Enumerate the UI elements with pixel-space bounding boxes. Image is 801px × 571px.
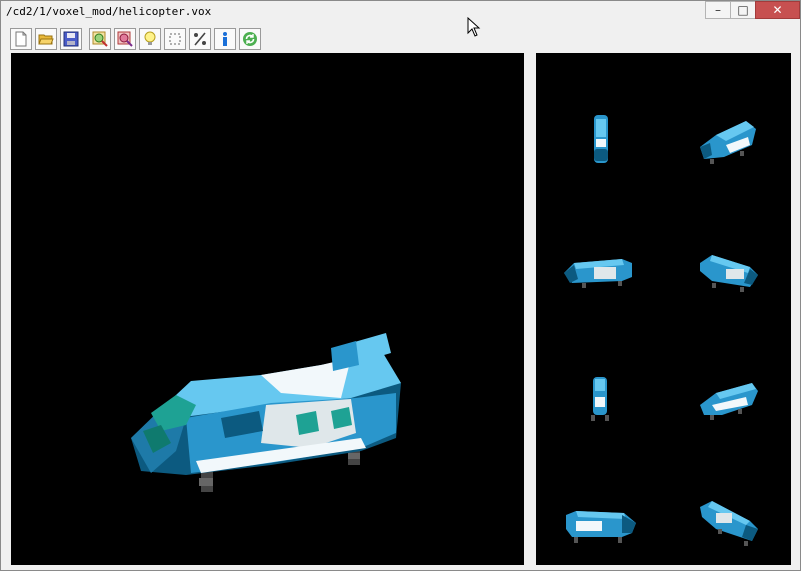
selection-icon xyxy=(169,33,181,45)
preview-panel xyxy=(536,53,791,565)
refresh-button[interactable] xyxy=(239,28,261,50)
preview-thumb-side-left[interactable] xyxy=(562,253,634,289)
save-button[interactable] xyxy=(60,28,82,50)
info-icon xyxy=(223,32,227,46)
zoom-out-icon xyxy=(117,31,133,47)
save-disk-icon xyxy=(63,31,79,47)
preview-thumb-iso-b[interactable] xyxy=(696,249,760,295)
percent-button[interactable] xyxy=(189,28,211,50)
minimize-button[interactable]: – xyxy=(705,1,731,19)
window-controls: – □ ✕ xyxy=(705,1,800,21)
preview-thumb-iso-d[interactable] xyxy=(696,497,760,549)
preview-thumb-side-right[interactable] xyxy=(562,505,638,545)
window-title: /cd2/1/voxel_mod/helicopter.vox xyxy=(6,5,212,18)
new-file-button[interactable] xyxy=(10,28,32,50)
preview-thumb-top[interactable] xyxy=(588,111,614,167)
preview-thumb-iso-a[interactable] xyxy=(696,115,758,165)
main-3d-viewport[interactable] xyxy=(11,53,524,565)
close-button[interactable]: ✕ xyxy=(755,1,800,19)
light-button[interactable] xyxy=(139,28,161,50)
open-button[interactable] xyxy=(35,28,57,50)
helicopter-model xyxy=(131,333,401,492)
title-bar[interactable]: /cd2/1/voxel_mod/helicopter.vox – □ ✕ xyxy=(1,1,800,23)
select-button[interactable] xyxy=(164,28,186,50)
mouse-cursor-icon xyxy=(467,17,481,37)
open-folder-icon xyxy=(38,34,54,45)
preview-thumb-iso-c[interactable] xyxy=(696,377,760,423)
light-bulb-icon xyxy=(144,31,156,45)
refresh-icon xyxy=(243,32,257,46)
preview-thumb-front[interactable] xyxy=(586,373,614,425)
zoom-out-button[interactable] xyxy=(114,28,136,50)
zoom-in-button[interactable] xyxy=(89,28,111,50)
percent-icon xyxy=(194,32,206,46)
maximize-button[interactable]: □ xyxy=(730,1,756,19)
zoom-in-icon xyxy=(92,31,108,47)
new-file-icon xyxy=(15,31,27,47)
info-button[interactable] xyxy=(214,28,236,50)
app-window: /cd2/1/voxel_mod/helicopter.vox – □ ✕ xyxy=(0,0,801,571)
